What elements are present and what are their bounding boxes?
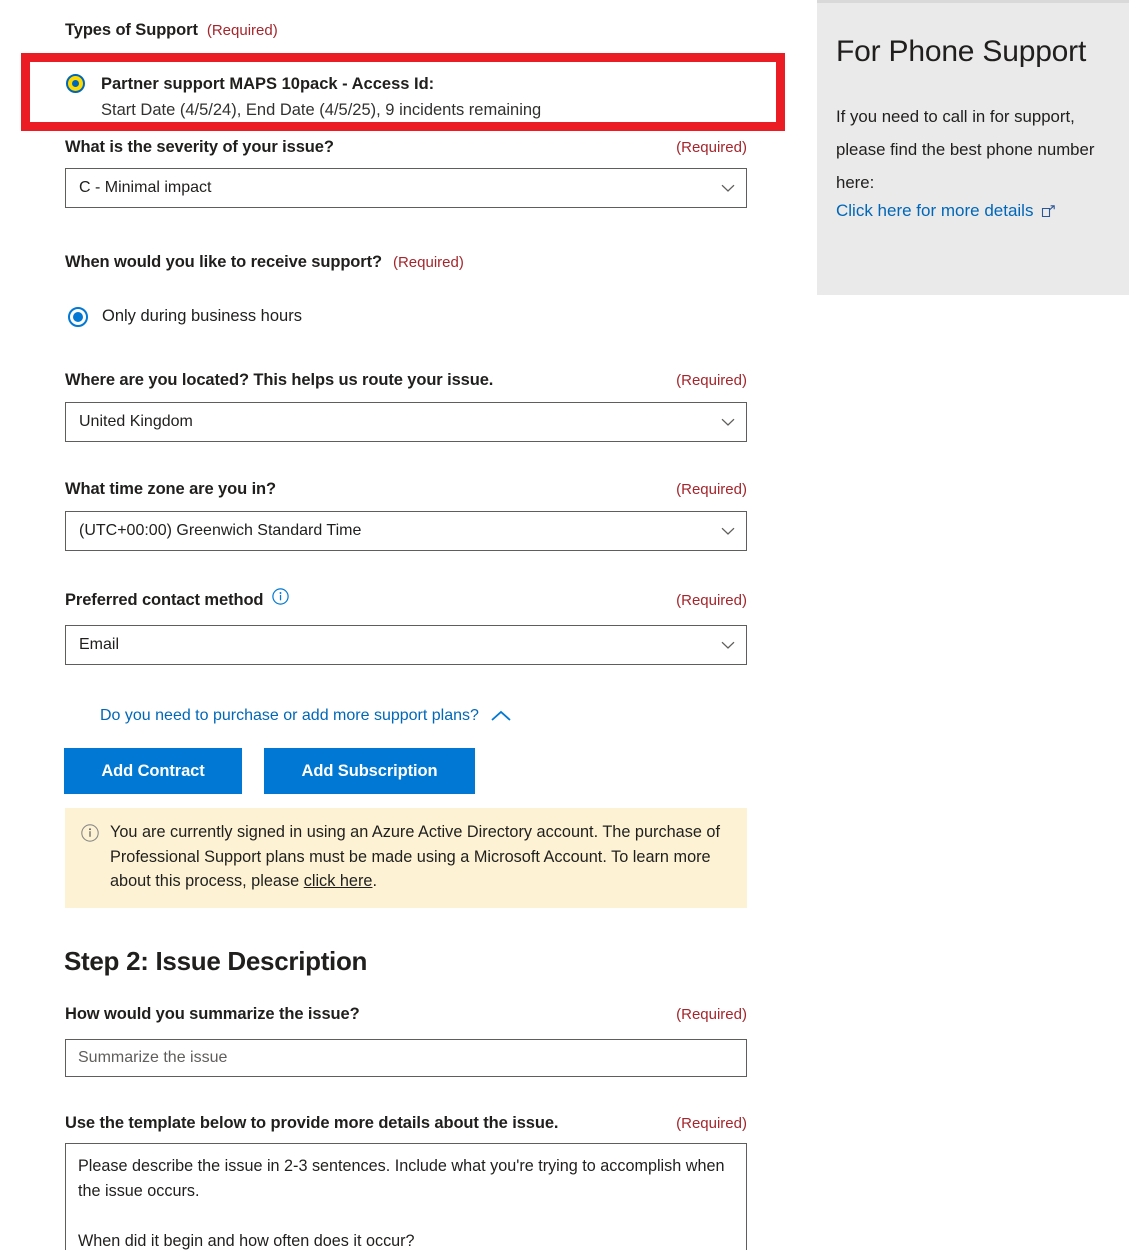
business-hours-radio[interactable] [68,307,88,327]
location-label: Where are you located? This helps us rou… [65,371,494,389]
types-of-support-required: (Required) [206,22,278,39]
summary-label: How would you summarize the issue? [65,1005,360,1023]
notice-text-after: . [372,872,377,890]
purchase-plans-toggle[interactable]: Do you need to purchase or add more supp… [100,707,512,725]
notice-text: You are currently signed in using an Azu… [110,820,733,894]
external-link-icon [1041,204,1056,218]
timezone-required: (Required) [676,481,747,498]
phone-support-body: If you need to call in for support, plea… [836,107,1095,192]
timezone-select[interactable]: (UTC+00:00) Greenwich Standard Time [65,511,747,551]
contact-method-label-row: Preferred contact method (Required) [65,588,747,610]
phone-support-panel: For Phone Support If you need to call in… [817,3,1129,295]
details-label-row: Use the template below to provide more d… [65,1114,747,1133]
location-label-row: Where are you located? This helps us rou… [65,371,747,390]
chevron-down-icon [720,523,736,539]
severity-select-value: C - Minimal impact [79,179,212,196]
info-icon [81,824,99,894]
severity-label-row: What is the severity of your issue? (Req… [65,138,747,157]
severity-select[interactable]: C - Minimal impact [65,168,747,208]
details-label: Use the template below to provide more d… [65,1114,559,1132]
step2-heading: Step 2: Issue Description [64,946,368,976]
aad-account-notice: You are currently signed in using an Azu… [65,808,747,908]
contact-method-required: (Required) [676,592,747,609]
business-hours-label: Only during business hours [102,307,302,325]
summary-input[interactable] [65,1039,747,1077]
support-plan-details: Start Date (4/5/24), End Date (4/5/25), … [101,101,542,119]
support-plan-option[interactable]: Partner support MAPS 10pack - Access Id:… [66,71,706,124]
business-hours-radio-dot [73,312,83,322]
contact-method-label: Preferred contact method [65,591,264,609]
notice-click-here-link[interactable]: click here [304,872,373,890]
add-subscription-button[interactable]: Add Subscription [264,748,475,794]
support-timing-required: (Required) [392,254,464,271]
contact-method-select-value: Email [79,636,120,653]
add-contract-button[interactable]: Add Contract [64,748,242,794]
timezone-label-row: What time zone are you in? (Required) [65,480,747,499]
phone-support-title: For Phone Support [836,35,1087,68]
issue-details-textarea[interactable]: Please describe the issue in 2-3 sentenc… [65,1143,747,1250]
contact-method-select[interactable]: Email [65,625,747,665]
chevron-up-icon[interactable] [490,709,512,723]
purchase-plans-link-text[interactable]: Do you need to purchase or add more supp… [100,707,479,725]
timezone-select-value: (UTC+00:00) Greenwich Standard Time [79,522,362,539]
support-plan-radio-dot [72,80,79,87]
location-select-value: United Kingdom [79,413,193,430]
chevron-down-icon [720,180,736,196]
chevron-down-icon [720,414,736,430]
phone-support-link-text: Click here for more details [836,201,1034,220]
location-select[interactable]: United Kingdom [65,402,747,442]
types-of-support-label: Types of Support (Required) [65,21,278,40]
support-plan-title: Partner support MAPS 10pack - Access Id: [101,75,435,93]
details-required: (Required) [676,1115,747,1132]
support-plan-radio[interactable] [66,74,85,93]
timezone-label: What time zone are you in? [65,480,277,498]
support-timing-label: When would you like to receive support? [65,253,382,271]
summary-required: (Required) [676,1006,747,1023]
location-required: (Required) [676,372,747,389]
severity-label: What is the severity of your issue? [65,138,334,156]
summary-label-row: How would you summarize the issue? (Requ… [65,1005,747,1024]
notice-text-before: You are currently signed in using an Azu… [110,823,720,890]
support-request-form: Types of Support (Required) Partner supp… [0,0,817,1250]
support-timing-label-row: When would you like to receive support? … [65,253,464,272]
phone-support-details-link[interactable]: Click here for more details [836,201,1056,221]
types-of-support-label-text: Types of Support [65,21,198,39]
severity-required: (Required) [676,139,747,156]
info-icon[interactable] [272,588,290,605]
chevron-down-icon [720,637,736,653]
